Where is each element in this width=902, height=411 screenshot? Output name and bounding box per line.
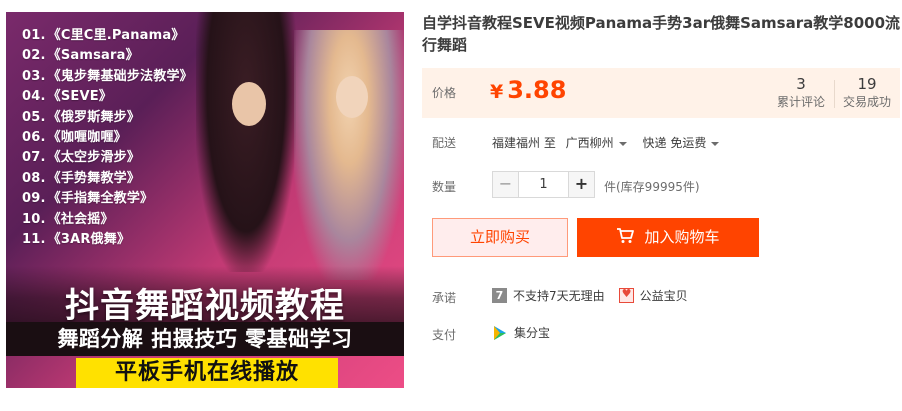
course-number: 05. [22,109,46,125]
photo-dancer-right [294,30,404,280]
course-name: 《手势舞教学》 [47,170,141,186]
course-name: 《太空步滑步》 [47,150,141,166]
course-item: 07. 《太空步滑步》 [22,150,193,166]
charity-icon [618,287,634,303]
course-number: 01. [22,28,46,43]
delivery-destination: 广西柳州 [565,136,614,150]
promise-label: 承诺 [432,291,457,305]
course-item: 06. 《咖喱咖喱》 [22,130,193,146]
image-banner: 平板手机在线播放 [76,358,338,388]
course-number: 09. [22,191,46,207]
quantity-increment-button[interactable]: + [568,171,595,198]
course-item: 04. 《SEVE》 [22,89,193,105]
course-item: 10. 《社会摇》 [22,212,193,228]
shipping-method-select[interactable]: 快递 免运费 [643,136,720,150]
course-number: 04. [22,89,46,105]
sales-count: 19 [857,75,877,93]
course-name: 《C里C里.Panama》 [47,28,185,43]
course-number: 07. [22,150,46,166]
course-name: 《Samsara》 [47,48,139,64]
product-title: 自学抖音教程SEVE视频Panama手势3ar俄舞Samsara教学8000流行… [422,14,901,54]
course-name: 《鬼步舞基础步法教学》 [47,68,193,84]
course-list: 01. 《C里C里.Panama》 02. 《Samsara》 03. 《鬼步舞基础步法教… [22,28,193,252]
course-number: 03. [22,68,46,84]
chevron-down-icon [711,141,720,146]
course-number: 08. [22,170,46,186]
sales-stat: 19 交易成功 [832,74,902,110]
course-name: 《俄罗斯舞步》 [47,109,141,125]
course-item: 08. 《手势舞教学》 [22,171,193,187]
price-box: 价格 ¥3.88 3 累计评论 19 交易成功 [422,68,900,118]
course-name: 《咖喱咖喱》 [47,130,127,146]
shipping-method: 快递 免运费 [642,136,707,150]
quantity-input[interactable] [519,171,568,198]
price-currency: ¥ [490,81,504,103]
add-to-cart-label: 加入购物车 [644,228,720,246]
jifenbao-icon [494,325,506,340]
course-item: 01. 《C里C里.Panama》 [22,28,193,44]
course-item: 02. 《Samsara》 [22,48,193,64]
course-name: 《手指舞全教学》 [47,191,154,207]
sales-label: 交易成功 [842,95,891,109]
payment-label: 支付 [432,328,457,342]
delivery-label: 配送 [432,136,457,150]
add-to-cart-button[interactable]: 加入购物车 [577,218,759,257]
photo-face-left [232,82,266,126]
delivery-info: 福建福州 至 广西柳州 快递 免运费 [492,134,720,151]
reviews-label: 累计评论 [776,95,825,109]
course-number: 10. [22,211,46,227]
price-value: ¥3.88 [490,76,566,104]
photo-dancer-left [196,12,296,272]
course-item: 05. 《俄罗斯舞步》 [22,110,193,126]
course-number: 11. [22,232,46,248]
delivery-destination-select[interactable]: 广西柳州 [566,136,627,150]
promise-row: 7 不支持7天无理由 公益宝贝 [492,287,688,304]
no-return-text[interactable]: 不支持7天无理由 [513,287,605,304]
product-image[interactable]: 01. 《C里C里.Panama》 02. 《Samsara》 03. 《鬼步舞基础步法教… [6,12,404,388]
payment-row: 集分宝 [492,324,550,341]
cart-icon [617,228,635,243]
reviews-stat[interactable]: 3 累计评论 [766,74,836,110]
course-number: 06. [22,130,46,146]
stock-text: 件(库存99995件) [604,180,700,194]
photo-face-right [336,76,368,118]
price-label: 价格 [432,86,457,100]
image-subtitle: 舞蹈分解 拍摄技巧 零基础学习 [6,322,404,356]
image-title: 抖音舞蹈视频教程 [65,286,345,326]
no-return-icon: 7 [492,288,507,303]
price-amount: 3.88 [507,76,567,104]
course-item: 03. 《鬼步舞基础步法教学》 [22,69,193,85]
chevron-down-icon [618,141,627,146]
course-name: 《SEVE》 [47,89,113,105]
course-name: 《社会摇》 [47,211,114,227]
quantity-label: 数量 [432,180,457,194]
course-name: 《3AR俄舞》 [47,232,131,248]
course-item: 11. 《3AR俄舞》 [22,232,193,248]
quantity-decrement-button[interactable]: − [492,171,519,198]
quantity-stepper: − + [492,171,595,198]
delivery-from: 福建福州 至 [492,136,556,150]
course-number: 02. [22,48,46,64]
charity-text[interactable]: 公益宝贝 [640,287,688,304]
buy-now-button[interactable]: 立即购买 [432,218,568,257]
course-item: 09. 《手指舞全教学》 [22,191,193,207]
reviews-count: 3 [796,75,806,93]
product-detail-page: 01. 《C里C里.Panama》 02. 《Samsara》 03. 《鬼步舞基础步法教… [0,0,902,411]
payment-method[interactable]: 集分宝 [514,324,550,341]
